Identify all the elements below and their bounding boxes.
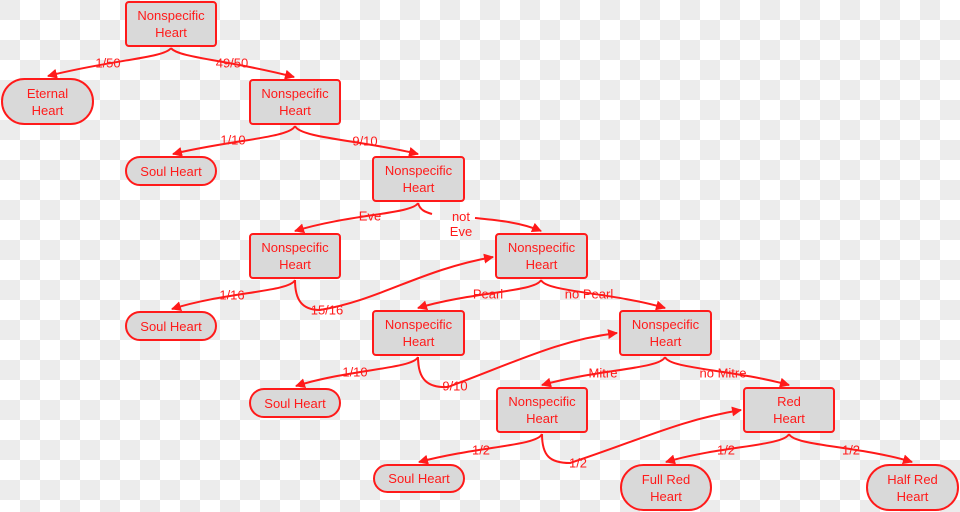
edge-label: no Pearl	[564, 286, 614, 302]
node-label: Half Red Heart	[887, 471, 938, 504]
edge-label: not Eve	[449, 209, 473, 239]
node-red: Red Heart	[743, 387, 835, 433]
node-label: Soul Heart	[140, 163, 202, 179]
edge-n3-to-n5	[474, 217, 542, 233]
node-fullred: Full Red Heart	[620, 464, 712, 511]
edge-label: 1/16	[219, 287, 245, 303]
node-label: Nonspecific Heart	[507, 240, 576, 272]
node-n7: Nonspecific Heart	[619, 310, 712, 356]
node-label: Soul Heart	[140, 318, 202, 334]
node-n3: Nonspecific Heart	[372, 156, 465, 202]
edge-label: 1/10	[342, 364, 368, 380]
node-label: Nonspecific Heart	[631, 317, 700, 349]
node-label: Full Red Heart	[641, 471, 691, 504]
node-n4: Nonspecific Heart	[249, 233, 341, 279]
node-label: Red Heart	[773, 394, 805, 426]
node-soul4: Soul Heart	[373, 464, 465, 493]
edge-label: 1/2	[568, 455, 588, 471]
node-label: Nonspecific Heart	[261, 240, 329, 272]
node-soul1: Soul Heart	[125, 156, 217, 186]
edge-n3-to-n5	[417, 202, 433, 215]
edge-label: 9/10	[442, 378, 468, 394]
edge-label: 1/50	[95, 55, 121, 71]
node-label: Soul Heart	[264, 395, 326, 411]
edge-label: 49/50	[215, 55, 249, 71]
node-label: Nonspecific Heart	[384, 317, 453, 349]
edge-label: 1/2	[841, 442, 861, 458]
node-halfred: Half Red Heart	[866, 464, 959, 511]
edge-label: Pearl	[472, 286, 504, 302]
edge-label: no Mitre	[699, 365, 747, 381]
node-label: Soul Heart	[388, 471, 450, 486]
node-n6: Nonspecific Heart	[372, 310, 465, 356]
node-n1: Nonspecific Heart	[125, 1, 217, 47]
edge-label: 9/10	[352, 133, 378, 149]
node-soul2: Soul Heart	[125, 311, 217, 341]
node-label: Nonspecific Heart	[261, 86, 329, 118]
node-n8: Nonspecific Heart	[496, 387, 588, 433]
edge-n3-to-n4	[294, 202, 419, 234]
edge-label: Eve	[358, 208, 382, 224]
node-soul3: Soul Heart	[249, 388, 341, 418]
probability-tree-diagram: Nonspecific Heart Eternal Heart Nonspecifi…	[0, 0, 960, 512]
edge-label: 1/2	[716, 442, 736, 458]
edge-label: 15/16	[310, 302, 344, 318]
node-label: Nonspecific Heart	[137, 8, 205, 40]
node-eternal: Eternal Heart	[1, 78, 94, 125]
node-label: Nonspecific Heart	[508, 394, 576, 426]
edges-layer	[47, 47, 913, 465]
node-n2: Nonspecific Heart	[249, 79, 341, 125]
node-n5: Nonspecific Heart	[495, 233, 588, 279]
node-label: Eternal Heart	[26, 85, 69, 118]
edge-label: 1/10	[220, 132, 246, 148]
node-label: Nonspecific Heart	[384, 163, 453, 195]
edge-label: Mitre	[588, 365, 618, 381]
edge-label: 1/2	[471, 442, 491, 458]
